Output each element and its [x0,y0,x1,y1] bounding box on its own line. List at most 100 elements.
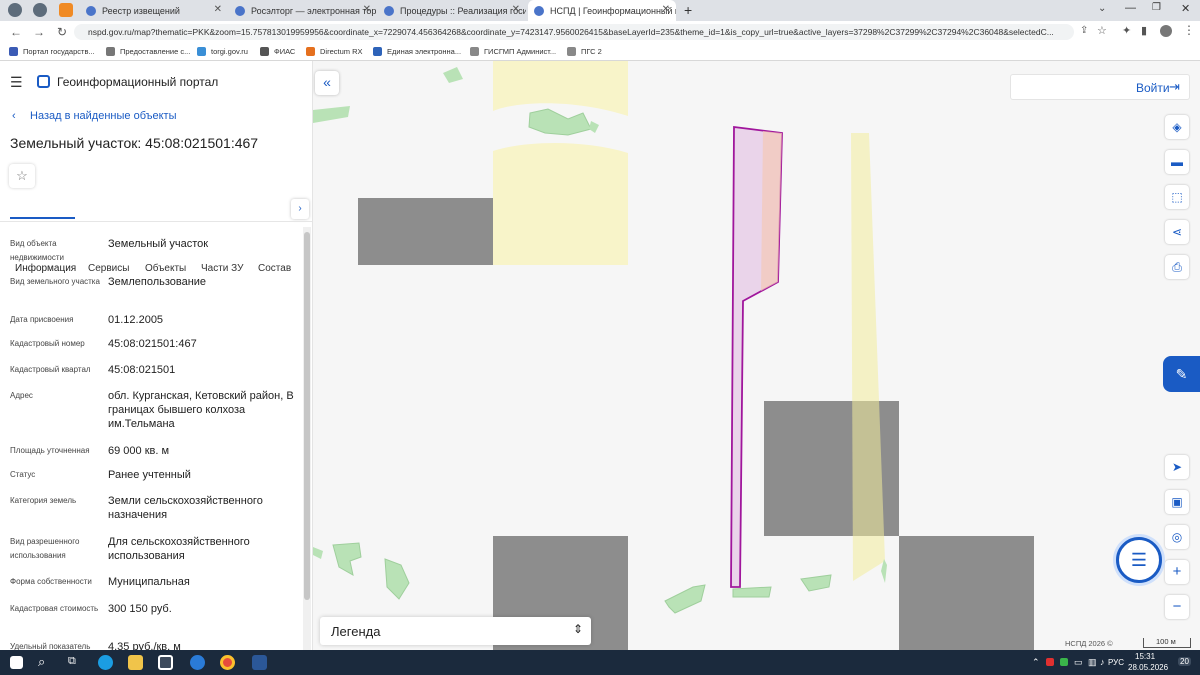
tab-composition[interactable]: Состав [258,263,291,274]
select-area-icon[interactable]: ⬚ [1165,185,1189,209]
language-indicator[interactable]: РУС [1108,658,1124,667]
close-tab-icon[interactable]: ✕ [214,4,222,15]
field-value: обл. Курганская, Кетовский район, В гран… [108,390,294,430]
basemap-icon[interactable]: ▣ [1165,490,1189,514]
layers-icon[interactable]: ◈ [1165,115,1189,139]
forest-patch [332,542,362,576]
tab-search-icon[interactable]: ⌄ [1098,3,1106,14]
forest-patch [800,574,832,592]
reload-icon[interactable]: ↻ [55,25,69,39]
yandex-icon[interactable] [190,655,205,670]
new-tab-button[interactable]: + [684,2,692,18]
word-icon[interactable] [252,655,267,670]
zoom-in-button[interactable]: + [1165,560,1189,584]
field-label: Кадастровый квартал [10,365,91,374]
browser-tab[interactable]: Росэлторг — электронная торгов ✕ [229,0,377,21]
browser-tab-active[interactable]: НСПД | Геоинформационный п ✕ [528,0,676,21]
url-field[interactable]: nspd.gov.ru/map?thematic=PKK&zoom=15.757… [74,24,1074,40]
bookmark-item[interactable]: ФИАС [260,47,295,56]
favorite-star-button[interactable]: ☆ [9,164,35,188]
search-icon[interactable]: ⌕ [38,654,45,670]
field-label: Статус [10,470,36,479]
tab-parts[interactable]: Части ЗУ [201,263,243,274]
maximize-icon[interactable]: ❐ [1152,2,1161,13]
volume-icon[interactable]: ♪ [1100,657,1105,667]
zoom-out-button[interactable]: − [1165,595,1189,619]
close-window-icon[interactable]: ✕ [1181,2,1190,15]
back-chevron-icon[interactable]: ‹ [12,110,16,122]
share-icon[interactable]: ⋖ [1165,220,1189,244]
back-icon[interactable]: ← [9,25,23,39]
bookmark-item[interactable]: Портал государств... [9,47,95,56]
bookmark-item[interactable]: ПГС 2 [567,47,602,56]
object-info-panel: ☰ Геоинформационный портал ‹ Назад в най… [0,61,313,650]
app-icon[interactable] [158,655,173,670]
chevron-updown-icon: ⇕ [573,622,584,636]
clock-date[interactable]: 28.05.2026 [1128,663,1168,672]
clock-time[interactable]: 15:31 [1135,652,1155,661]
share-icon[interactable]: ⇪ [1080,25,1088,36]
minimize-icon[interactable]: — [1125,2,1136,14]
print-icon[interactable]: ⎙ [1165,255,1189,279]
hamburger-menu-icon[interactable]: ☰ [10,74,23,91]
bookmark-item[interactable]: Предоставление с... [106,47,190,56]
bookmark-item[interactable]: Единая электронна... [373,47,461,56]
notification-count[interactable]: 20 [1178,657,1191,666]
pinned-tab-icon[interactable] [33,3,47,17]
legend-dropdown[interactable]: Легенда ⇕ [320,617,591,645]
ruler-icon[interactable]: ▬ [1165,150,1189,174]
scrollbar-thumb[interactable] [304,232,310,600]
bookmark-item[interactable]: torgi.gov.ru [197,47,248,56]
tabs-divider [0,221,312,222]
field-value: 69 000 кв. м [108,445,170,457]
collapse-panel-button[interactable]: « [315,71,339,95]
windows-start-icon[interactable] [10,656,23,669]
star-bookmark-icon[interactable]: ☆ [1097,24,1107,37]
task-view-icon[interactable]: ⧉ [68,655,76,668]
tabs-scroll-right-button[interactable]: › [291,199,309,219]
field-label: Адрес [10,391,33,400]
profile-icon[interactable] [1160,25,1172,37]
windows-taskbar: ⌕ ⧉ ⌃ ▭ ▥ ♪ РУС 15:31 28.05.2026 20 [0,650,1200,675]
geolocation-icon[interactable]: ◎ [1165,525,1189,549]
file-explorer-icon[interactable] [128,655,143,670]
edge-icon[interactable] [98,655,113,670]
tray-icon[interactable]: ▭ [1074,657,1083,668]
map-layers [313,61,1034,650]
globe-icon [534,5,544,16]
scale-bar: 100 м [1143,637,1191,648]
login-label: Войти [1136,81,1170,95]
object-title: Земельный участок: 45:08:021501:467 [10,135,259,151]
field-value: Муниципальная [108,576,190,588]
network-icon[interactable]: ▥ [1088,657,1097,668]
back-to-results-link[interactable]: Назад в найденные объекты [30,110,177,122]
login-box[interactable]: Войти ⇥ [1010,74,1190,100]
feedback-badge-icon[interactable]: ✎ [1163,356,1200,392]
chrome-icon[interactable] [220,655,235,670]
map-canvas[interactable]: « Войти ⇥ Легенда ⇕ НСПД 2026 © 100 м [313,61,1200,650]
pinned-tab-icon[interactable] [59,3,73,17]
chat-assistant-button[interactable]: ☰ [1116,537,1162,583]
browser-tab[interactable]: Реестр извещений ✕ [80,0,228,21]
sidepanel-icon[interactable]: ▮ [1141,24,1147,37]
field-area [493,61,628,265]
field-label: Кадастровый номер [10,339,85,348]
close-tab-icon[interactable]: ✕ [662,4,670,15]
portal-logo-icon [37,75,50,88]
tray-icon[interactable] [1060,658,1068,666]
tab-objects[interactable]: Объекты [145,263,186,274]
close-tab-icon[interactable]: ✕ [363,4,371,15]
browser-tab[interactable]: Процедуры :: Реализация госим ✕ [378,0,526,21]
forward-icon[interactable]: → [32,25,46,39]
field-value: Земельный участок [108,238,209,250]
pinned-tab-icon[interactable] [8,3,22,17]
tray-expand-icon[interactable]: ⌃ [1032,657,1040,668]
menu-dots-icon[interactable]: ⋮ [1183,23,1195,37]
bookmark-item[interactable]: ГИСГМП Админист... [470,47,556,56]
extensions-icon[interactable]: ✦ [1122,24,1131,37]
forest-patch [313,106,350,123]
bookmark-item[interactable]: Directum RX [306,47,363,56]
close-tab-icon[interactable]: ✕ [512,4,520,15]
navigate-arrow-icon[interactable]: ➤ [1165,455,1189,479]
tray-icon[interactable] [1046,658,1054,666]
